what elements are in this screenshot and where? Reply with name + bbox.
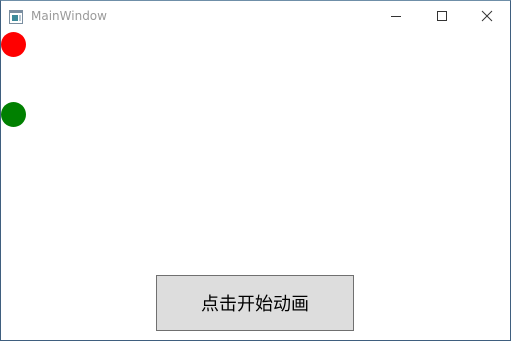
client-area: 点击开始动画	[1, 31, 510, 340]
app-window-icon	[9, 9, 23, 24]
window-title: MainWindow	[31, 9, 107, 23]
start-animation-button[interactable]: 点击开始动画	[156, 275, 354, 331]
maximize-button[interactable]	[419, 1, 465, 31]
main-window: MainWindow 点击开始动画	[0, 0, 511, 341]
red-ball	[1, 32, 26, 57]
minimize-button[interactable]	[373, 1, 419, 31]
close-button[interactable]	[464, 1, 510, 31]
green-ball	[1, 102, 26, 127]
title-bar[interactable]: MainWindow	[1, 1, 510, 31]
